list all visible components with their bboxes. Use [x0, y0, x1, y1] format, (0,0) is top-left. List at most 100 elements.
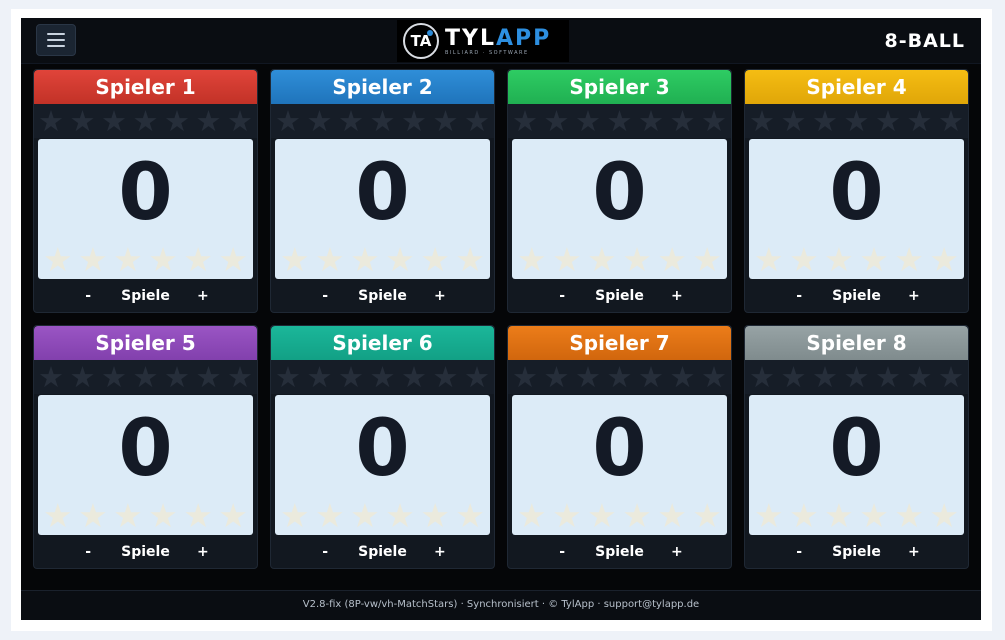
match-star-icon[interactable]: ★ [307, 362, 333, 392]
games-decrement-button[interactable]: - [77, 544, 99, 560]
match-star-icon[interactable]: ★ [464, 106, 490, 136]
rack-star-icon[interactable]: ★ [754, 243, 784, 277]
rack-star-icon[interactable]: ★ [280, 499, 310, 533]
match-star-icon[interactable]: ★ [844, 106, 870, 136]
match-star-icon[interactable]: ★ [338, 106, 364, 136]
rack-star-icon[interactable]: ★ [824, 499, 854, 533]
rack-star-icon[interactable]: ★ [218, 499, 248, 533]
match-star-icon[interactable]: ★ [227, 106, 253, 136]
match-star-icon[interactable]: ★ [749, 106, 775, 136]
rack-star-icon[interactable]: ★ [183, 243, 213, 277]
rack-star-icon[interactable]: ★ [894, 499, 924, 533]
match-star-icon[interactable]: ★ [544, 106, 570, 136]
games-decrement-button[interactable]: - [314, 288, 336, 304]
match-star-icon[interactable]: ★ [370, 362, 396, 392]
match-star-icon[interactable]: ★ [875, 362, 901, 392]
rack-star-icon[interactable]: ★ [420, 499, 450, 533]
match-star-icon[interactable]: ★ [164, 362, 190, 392]
games-increment-button[interactable]: + [192, 288, 214, 304]
rack-star-icon[interactable]: ★ [929, 243, 959, 277]
match-star-icon[interactable]: ★ [907, 106, 933, 136]
match-star-icon[interactable]: ★ [544, 362, 570, 392]
rack-star-icon[interactable]: ★ [113, 499, 143, 533]
menu-button[interactable] [36, 24, 76, 56]
games-increment-button[interactable]: + [666, 288, 688, 304]
games-increment-button[interactable]: + [429, 544, 451, 560]
rack-star-icon[interactable]: ★ [517, 499, 547, 533]
rack-star-icon[interactable]: ★ [789, 499, 819, 533]
match-star-icon[interactable]: ★ [638, 362, 664, 392]
games-increment-button[interactable]: + [903, 544, 925, 560]
match-star-icon[interactable]: ★ [812, 362, 838, 392]
match-star-icon[interactable]: ★ [907, 362, 933, 392]
rack-star-icon[interactable]: ★ [43, 243, 73, 277]
rack-star-icon[interactable]: ★ [78, 499, 108, 533]
games-decrement-button[interactable]: - [788, 288, 810, 304]
rack-star-icon[interactable]: ★ [894, 243, 924, 277]
score-panel[interactable]: 0 ★ ★ ★ ★ ★ ★ [38, 395, 253, 535]
games-decrement-button[interactable]: - [551, 544, 573, 560]
match-star-icon[interactable]: ★ [670, 106, 696, 136]
games-increment-button[interactable]: + [192, 544, 214, 560]
match-star-icon[interactable]: ★ [938, 362, 964, 392]
rack-star-icon[interactable]: ★ [113, 243, 143, 277]
games-decrement-button[interactable]: - [314, 544, 336, 560]
games-decrement-button[interactable]: - [77, 288, 99, 304]
rack-star-icon[interactable]: ★ [385, 243, 415, 277]
player-name[interactable]: Spieler 5 [34, 326, 257, 360]
score-panel[interactable]: 0 ★ ★ ★ ★ ★ ★ [38, 139, 253, 279]
player-name[interactable]: Spieler 4 [745, 70, 968, 104]
rack-star-icon[interactable]: ★ [280, 243, 310, 277]
rack-star-icon[interactable]: ★ [824, 243, 854, 277]
rack-star-icon[interactable]: ★ [692, 243, 722, 277]
games-increment-button[interactable]: + [429, 288, 451, 304]
match-star-icon[interactable]: ★ [433, 106, 459, 136]
player-name[interactable]: Spieler 7 [508, 326, 731, 360]
match-star-icon[interactable]: ★ [227, 362, 253, 392]
match-star-icon[interactable]: ★ [370, 106, 396, 136]
rack-star-icon[interactable]: ★ [315, 243, 345, 277]
rack-star-icon[interactable]: ★ [148, 499, 178, 533]
match-star-icon[interactable]: ★ [844, 362, 870, 392]
match-star-icon[interactable]: ★ [607, 106, 633, 136]
match-star-icon[interactable]: ★ [275, 362, 301, 392]
games-decrement-button[interactable]: - [551, 288, 573, 304]
rack-star-icon[interactable]: ★ [859, 243, 889, 277]
match-star-icon[interactable]: ★ [101, 362, 127, 392]
match-star-icon[interactable]: ★ [70, 362, 96, 392]
rack-star-icon[interactable]: ★ [657, 243, 687, 277]
match-star-icon[interactable]: ★ [275, 106, 301, 136]
score-panel[interactable]: 0 ★ ★ ★ ★ ★ ★ [749, 139, 964, 279]
match-star-icon[interactable]: ★ [875, 106, 901, 136]
rack-star-icon[interactable]: ★ [657, 499, 687, 533]
score-panel[interactable]: 0 ★ ★ ★ ★ ★ ★ [275, 395, 490, 535]
rack-star-icon[interactable]: ★ [350, 499, 380, 533]
match-star-icon[interactable]: ★ [512, 106, 538, 136]
match-star-icon[interactable]: ★ [701, 106, 727, 136]
score-panel[interactable]: 0 ★ ★ ★ ★ ★ ★ [749, 395, 964, 535]
match-star-icon[interactable]: ★ [401, 362, 427, 392]
rack-star-icon[interactable]: ★ [350, 243, 380, 277]
match-star-icon[interactable]: ★ [812, 106, 838, 136]
match-star-icon[interactable]: ★ [512, 362, 538, 392]
player-name[interactable]: Spieler 6 [271, 326, 494, 360]
match-star-icon[interactable]: ★ [38, 106, 64, 136]
match-star-icon[interactable]: ★ [164, 106, 190, 136]
score-panel[interactable]: 0 ★ ★ ★ ★ ★ ★ [512, 139, 727, 279]
games-decrement-button[interactable]: - [788, 544, 810, 560]
rack-star-icon[interactable]: ★ [692, 499, 722, 533]
rack-star-icon[interactable]: ★ [43, 499, 73, 533]
match-star-icon[interactable]: ★ [749, 362, 775, 392]
match-star-icon[interactable]: ★ [70, 106, 96, 136]
rack-star-icon[interactable]: ★ [929, 499, 959, 533]
rack-star-icon[interactable]: ★ [385, 499, 415, 533]
match-star-icon[interactable]: ★ [670, 362, 696, 392]
match-star-icon[interactable]: ★ [638, 106, 664, 136]
match-star-icon[interactable]: ★ [938, 106, 964, 136]
match-star-icon[interactable]: ★ [464, 362, 490, 392]
player-name[interactable]: Spieler 8 [745, 326, 968, 360]
rack-star-icon[interactable]: ★ [754, 499, 784, 533]
match-star-icon[interactable]: ★ [401, 106, 427, 136]
games-increment-button[interactable]: + [666, 544, 688, 560]
match-star-icon[interactable]: ★ [196, 106, 222, 136]
